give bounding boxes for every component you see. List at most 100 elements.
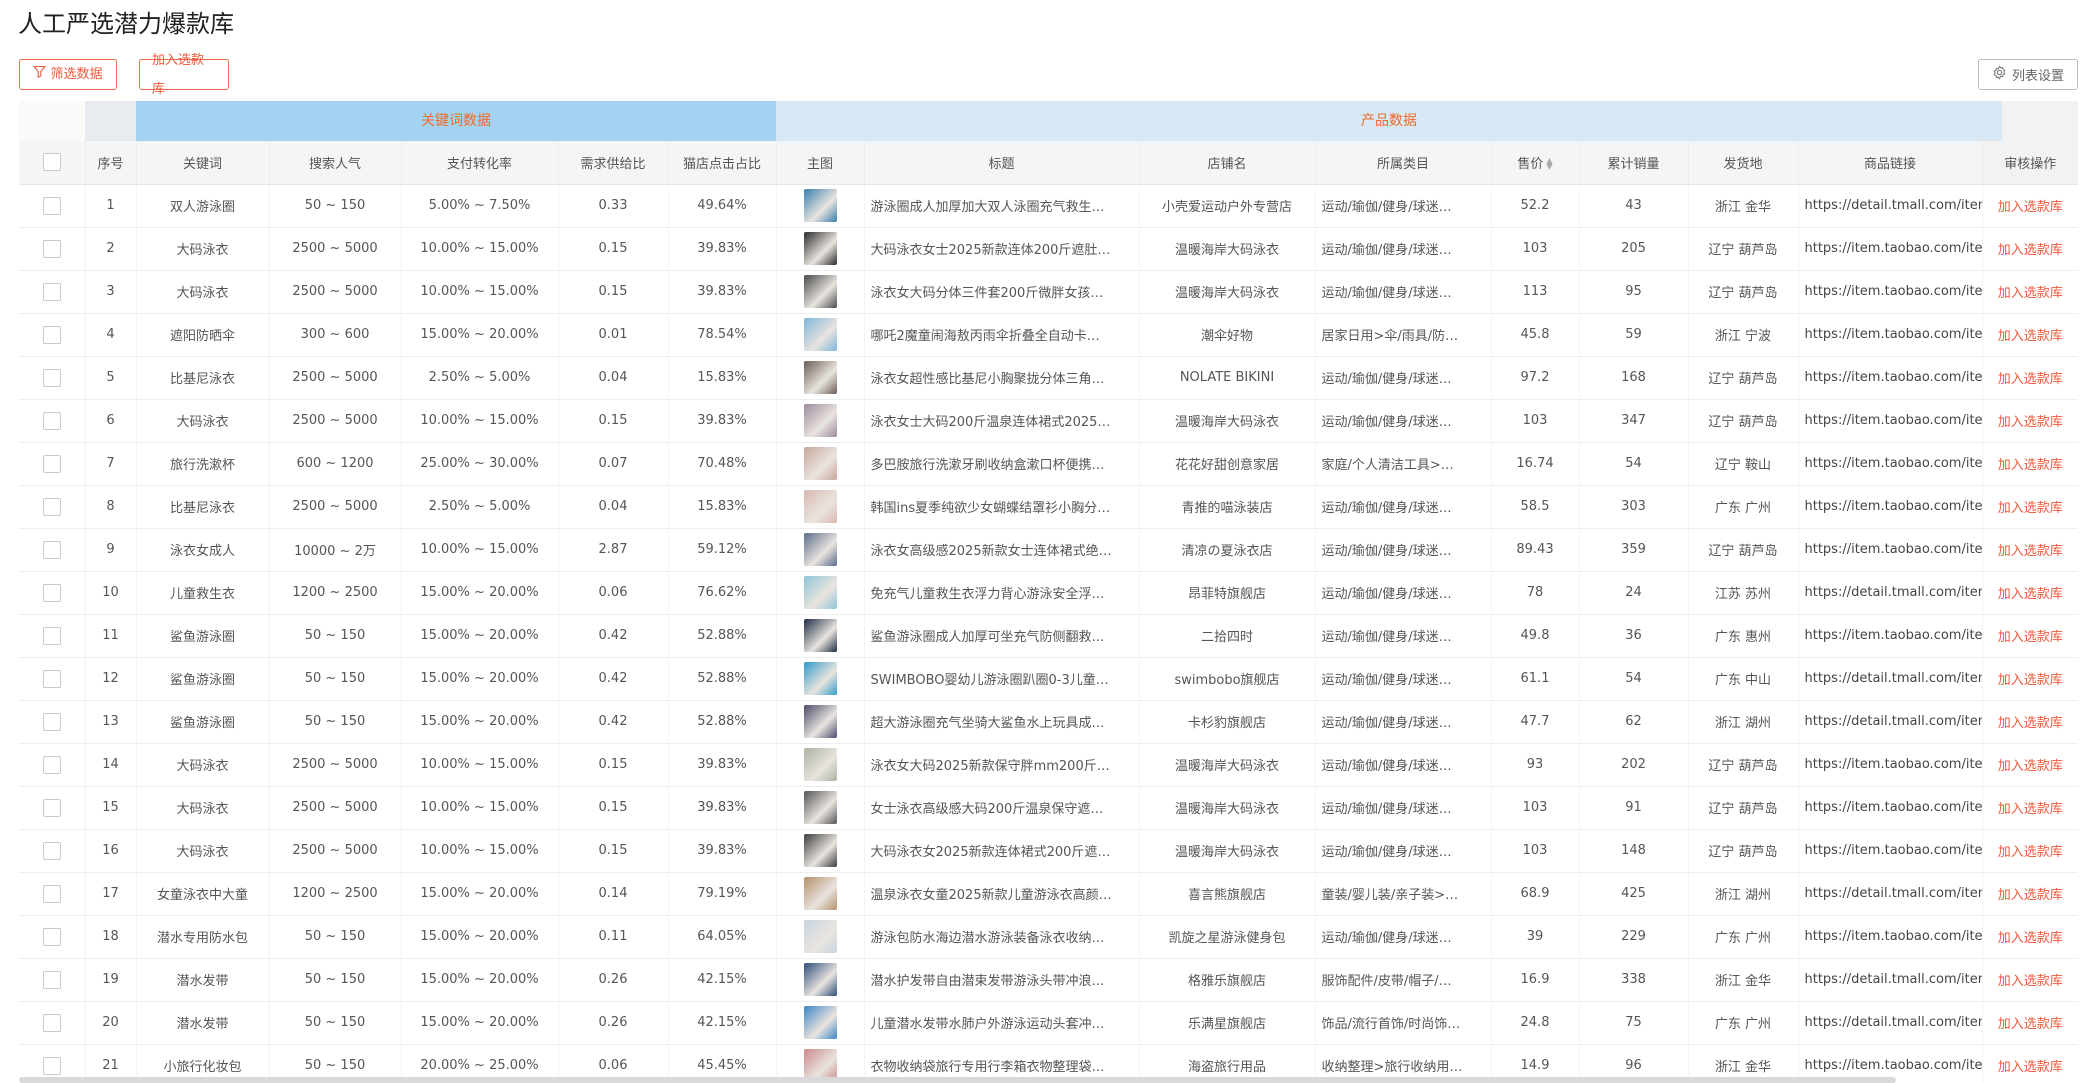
product-link[interactable]: https://detail.tmall.com/item.htm	[1798, 657, 1983, 701]
product-link[interactable]: https://item.taobao.com/item.htm	[1798, 743, 1983, 787]
add-to-library-link[interactable]: 加入选款库	[1982, 915, 2078, 959]
row-checkbox-cell[interactable]	[19, 184, 86, 228]
row-checkbox-cell[interactable]	[19, 915, 86, 959]
row-checkbox-cell[interactable]	[19, 571, 86, 615]
product-title[interactable]: 韩国ins夏季纯欲少女蝴蝶结罩衫小胸分…	[864, 485, 1140, 529]
product-title[interactable]: 泳衣女大码2025新款保守胖mm200斤…	[864, 743, 1140, 787]
row-checkbox-cell[interactable]	[19, 313, 86, 357]
product-thumbnail[interactable]	[803, 705, 837, 738]
select-all-checkbox[interactable]	[42, 153, 61, 172]
add-to-library-link[interactable]: 加入选款库	[1982, 829, 2078, 873]
product-title[interactable]: 游泳包防水海边潜水游泳装备泳衣收纳…	[864, 915, 1140, 959]
row-checkbox-cell[interactable]	[19, 528, 86, 572]
product-thumbnail[interactable]	[803, 1006, 837, 1039]
column-settings-button[interactable]: 列表设置	[1978, 59, 2078, 90]
horizontal-scrollbar[interactable]	[19, 1077, 1896, 1083]
product-link[interactable]: https://detail.tmall.com/item.htm	[1798, 872, 1983, 916]
product-title[interactable]: 游泳圈成人加厚加大双人泳圈充气救生…	[864, 184, 1140, 228]
add-to-library-button[interactable]: 加入选款库	[139, 53, 229, 97]
product-thumbnail[interactable]	[803, 576, 837, 609]
product-thumbnail[interactable]	[803, 834, 837, 867]
row-checkbox[interactable]	[42, 626, 61, 645]
product-title[interactable]: SWIMBOBO婴幼儿游泳圈趴圈0-3儿童…	[864, 657, 1140, 701]
row-checkbox-cell[interactable]	[19, 700, 86, 744]
row-checkbox[interactable]	[42, 1056, 61, 1075]
row-checkbox[interactable]	[42, 669, 61, 688]
product-link[interactable]: https://item.taobao.com/item.htm	[1798, 356, 1983, 400]
row-checkbox-cell[interactable]	[19, 356, 86, 400]
row-checkbox[interactable]	[42, 497, 61, 516]
row-checkbox-cell[interactable]	[19, 399, 86, 443]
row-checkbox[interactable]	[42, 239, 61, 258]
product-thumbnail[interactable]	[803, 963, 837, 996]
add-to-library-link[interactable]: 加入选款库	[1982, 313, 2078, 357]
row-checkbox[interactable]	[42, 712, 61, 731]
row-checkbox-cell[interactable]	[19, 614, 86, 658]
add-to-library-link[interactable]: 加入选款库	[1982, 1001, 2078, 1045]
col-header-price[interactable]: 售价 ▲ ▼	[1491, 141, 1580, 185]
product-title[interactable]: 泳衣女士大码200斤温泉连体裙式2025…	[864, 399, 1140, 443]
row-checkbox[interactable]	[42, 196, 61, 215]
row-checkbox[interactable]	[42, 454, 61, 473]
add-to-library-link[interactable]: 加入选款库	[1982, 356, 2078, 400]
product-thumbnail[interactable]	[803, 318, 837, 351]
add-to-library-link[interactable]: 加入选款库	[1982, 571, 2078, 615]
row-checkbox-cell[interactable]	[19, 829, 86, 873]
product-title[interactable]: 泳衣女大码分体三件套200斤微胖女孩…	[864, 270, 1140, 314]
row-checkbox-cell[interactable]	[19, 485, 86, 529]
product-link[interactable]: https://item.taobao.com/item.htm	[1798, 614, 1983, 658]
row-checkbox[interactable]	[42, 368, 61, 387]
product-thumbnail[interactable]	[803, 404, 837, 437]
row-checkbox-cell[interactable]	[19, 227, 86, 271]
product-link[interactable]: https://item.taobao.com/item.htm	[1798, 786, 1983, 830]
add-to-library-link[interactable]: 加入选款库	[1982, 958, 2078, 1002]
add-to-library-link[interactable]: 加入选款库	[1982, 700, 2078, 744]
row-checkbox[interactable]	[42, 282, 61, 301]
add-to-library-link[interactable]: 加入选款库	[1982, 442, 2078, 486]
add-to-library-link[interactable]: 加入选款库	[1982, 399, 2078, 443]
row-checkbox[interactable]	[42, 1013, 61, 1032]
product-thumbnail[interactable]	[803, 619, 837, 652]
product-title[interactable]: 温泉泳衣女童2025新款儿童游泳衣高颜…	[864, 872, 1140, 916]
add-to-library-link[interactable]: 加入选款库	[1982, 1044, 2078, 1083]
product-thumbnail[interactable]	[803, 232, 837, 265]
product-link[interactable]: https://item.taobao.com/item.htm	[1798, 270, 1983, 314]
product-link[interactable]: https://item.taobao.com/item.htm	[1798, 227, 1983, 271]
add-to-library-link[interactable]: 加入选款库	[1982, 614, 2078, 658]
row-checkbox-cell[interactable]	[19, 270, 86, 314]
add-to-library-link[interactable]: 加入选款库	[1982, 786, 2078, 830]
row-checkbox-cell[interactable]	[19, 872, 86, 916]
product-title[interactable]: 泳衣女高级感2025新款女士连体裙式绝…	[864, 528, 1140, 572]
product-thumbnail[interactable]	[803, 533, 837, 566]
row-checkbox-cell[interactable]	[19, 1001, 86, 1045]
product-thumbnail[interactable]	[803, 748, 837, 781]
row-checkbox[interactable]	[42, 583, 61, 602]
product-thumbnail[interactable]	[803, 275, 837, 308]
add-to-library-link[interactable]: 加入选款库	[1982, 743, 2078, 787]
add-to-library-link[interactable]: 加入选款库	[1982, 528, 2078, 572]
row-checkbox[interactable]	[42, 755, 61, 774]
product-title[interactable]: 大码泳衣女士2025新款连体200斤遮肚…	[864, 227, 1140, 271]
add-to-library-link[interactable]: 加入选款库	[1982, 227, 2078, 271]
sort-icon[interactable]: ▲ ▼	[1546, 157, 1552, 171]
product-title[interactable]: 女士泳衣高级感大码200斤温泉保守遮…	[864, 786, 1140, 830]
row-checkbox-cell[interactable]	[19, 657, 86, 701]
product-title[interactable]: 超大游泳圈充气坐骑大鲨鱼水上玩具成…	[864, 700, 1140, 744]
row-checkbox[interactable]	[42, 970, 61, 989]
product-link[interactable]: https://item.taobao.com/item.htm	[1798, 528, 1983, 572]
product-title[interactable]: 哪吒2魔童闹海敖丙雨伞折叠全自动卡…	[864, 313, 1140, 357]
product-thumbnail[interactable]	[803, 447, 837, 480]
product-thumbnail[interactable]	[803, 791, 837, 824]
product-link[interactable]: https://detail.tmall.com/item.htm	[1798, 1001, 1983, 1045]
add-to-library-link[interactable]: 加入选款库	[1982, 485, 2078, 529]
product-title[interactable]: 潜水护发带自由潜束发带游泳头带冲浪…	[864, 958, 1140, 1002]
product-link[interactable]: https://detail.tmall.com/item.htm	[1798, 700, 1983, 744]
product-link[interactable]: https://detail.tmall.com/item.htm	[1798, 958, 1983, 1002]
product-link[interactable]: https://item.taobao.com/item.htm	[1798, 399, 1983, 443]
row-checkbox[interactable]	[42, 411, 61, 430]
product-link[interactable]: https://item.taobao.com/item.htm	[1798, 313, 1983, 357]
product-thumbnail[interactable]	[803, 662, 837, 695]
add-to-library-link[interactable]: 加入选款库	[1982, 872, 2078, 916]
row-checkbox[interactable]	[42, 927, 61, 946]
row-checkbox[interactable]	[42, 841, 61, 860]
